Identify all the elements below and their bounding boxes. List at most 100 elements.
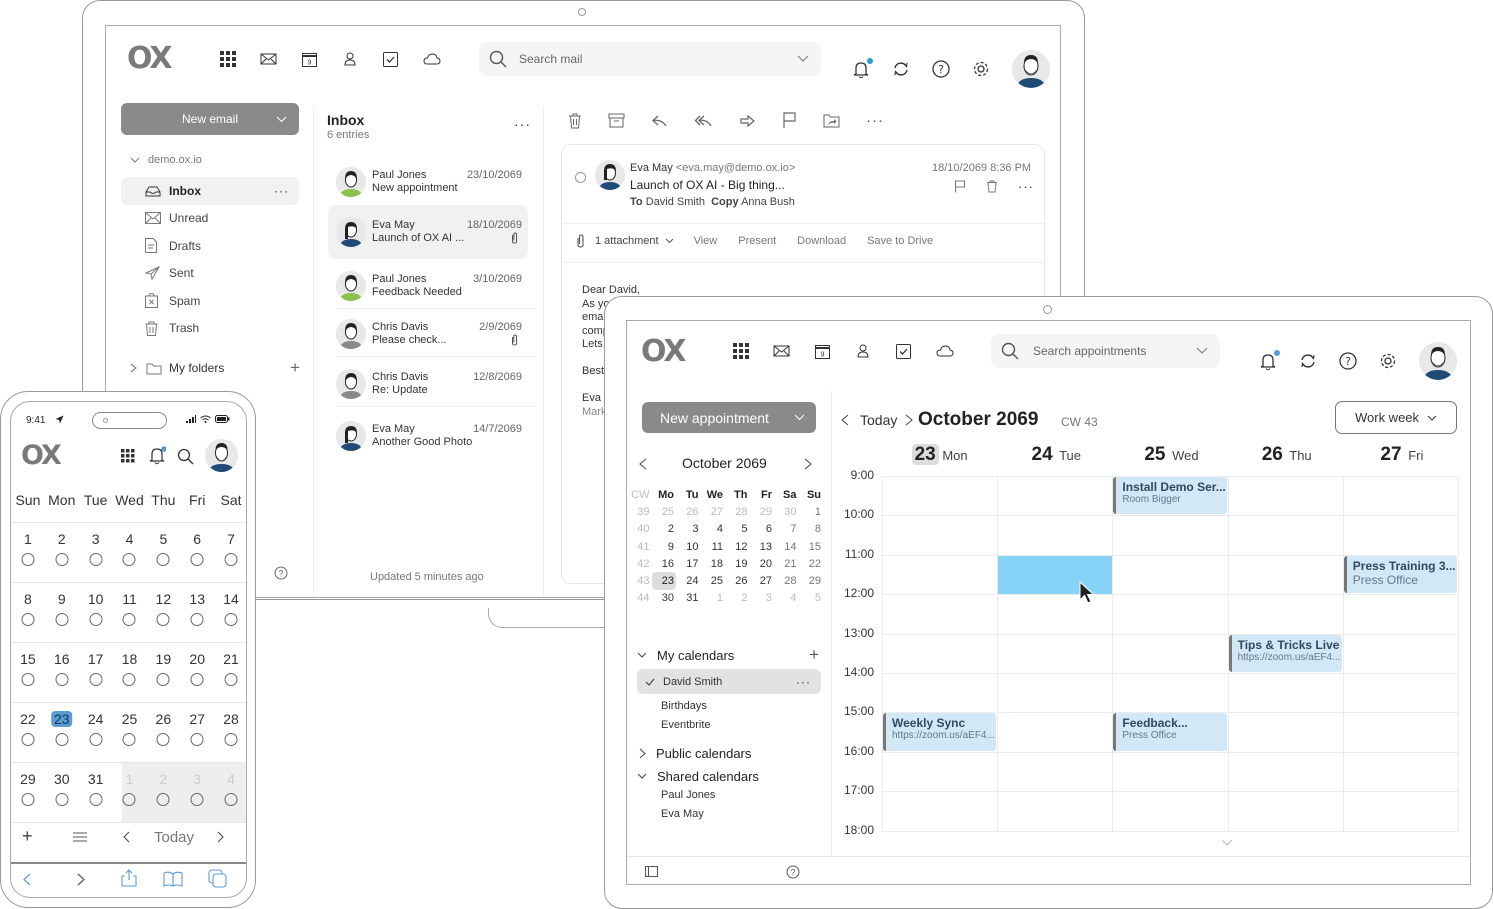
phone-day-cell[interactable]: 5 — [146, 523, 180, 581]
folder-unread[interactable]: Unread — [121, 205, 299, 233]
phone-day-cell[interactable]: 4 — [214, 763, 246, 821]
phone-day-cell[interactable]: 3 — [180, 763, 214, 821]
mail-list-item[interactable]: Paul Jones 3/10/2069 Feedback Needed — [328, 262, 528, 310]
folder-more-icon[interactable]: ··· — [274, 184, 289, 198]
day-header[interactable]: 26 Thu — [1228, 444, 1343, 466]
phone-day-cell[interactable]: 22 — [11, 703, 45, 761]
mail-list-item[interactable]: Eva May 18/10/2069 Launch of OX AI ... — [328, 205, 528, 259]
phone-day-cell[interactable]: 7 — [214, 523, 246, 581]
help-icon[interactable]: ? — [932, 60, 950, 78]
attachments-toggle[interactable]: 1 attachment — [595, 235, 659, 247]
folder-sent[interactable]: Sent — [121, 260, 299, 288]
select-checkbox[interactable] — [575, 172, 586, 183]
today-button[interactable]: Today — [154, 829, 194, 846]
phone-day-cell[interactable]: 6 — [180, 523, 214, 581]
time-selection[interactable] — [998, 555, 1113, 595]
phone-day-cell[interactable]: 16 — [45, 643, 79, 701]
more-icon[interactable]: ··· — [1018, 179, 1034, 194]
list-more-icon[interactable]: ··· — [514, 116, 531, 132]
menu-icon[interactable] — [73, 832, 87, 842]
prev-month-icon[interactable] — [123, 831, 130, 843]
contacts-icon[interactable] — [342, 51, 358, 68]
calendar-icon[interactable]: 9 — [301, 51, 318, 68]
more-icon[interactable]: ··· — [866, 112, 884, 129]
copy-recipient[interactable]: Anna Bush — [741, 196, 795, 208]
mail-list-item[interactable]: Eva May 14/7/2069 Another Good Photo — [328, 412, 528, 460]
sender-email[interactable]: <eva.may@demo.ox.io> — [676, 162, 795, 174]
calendar-event[interactable]: Tips & Tricks Live https://zoom.us/aEF4..… — [1228, 634, 1342, 672]
download-attachment-button[interactable]: Download — [797, 235, 846, 247]
flag-icon[interactable] — [782, 112, 797, 129]
phone-day-cell[interactable]: 27 — [180, 703, 214, 761]
phone-day-cell[interactable]: 14 — [214, 583, 246, 641]
phone-day-cell[interactable]: 31 — [79, 763, 113, 821]
phone-day-cell[interactable]: 21 — [214, 643, 246, 701]
toggle-sidebar-icon[interactable] — [645, 866, 658, 877]
day-header[interactable]: 27 Fri — [1343, 444, 1458, 466]
chevron-down-icon[interactable] — [797, 55, 809, 63]
browser-forward-icon[interactable] — [77, 873, 85, 886]
to-recipient[interactable]: David Smith — [646, 196, 705, 208]
move-icon[interactable] — [823, 113, 840, 128]
notifications-icon[interactable] — [852, 57, 873, 79]
mail-list-item[interactable]: Chris Davis 2/9/2069 Please check... — [328, 310, 528, 358]
sender-name[interactable]: Eva May — [630, 162, 673, 174]
phone-day-cell[interactable]: 20 — [180, 643, 214, 701]
folder-inbox[interactable]: Inbox ··· — [121, 177, 299, 205]
add-event-icon[interactable]: + — [22, 826, 33, 847]
account-toggle[interactable]: demo.ox.io — [130, 154, 202, 166]
apps-grid-icon[interactable] — [220, 51, 236, 68]
phone-day-cell[interactable]: 9 — [45, 583, 79, 641]
phone-day-cell[interactable]: 28 — [214, 703, 246, 761]
view-attachment-button[interactable]: View — [694, 235, 718, 247]
chevron-down-icon[interactable] — [276, 116, 287, 123]
tabs-icon[interactable] — [208, 869, 228, 888]
forward-icon[interactable] — [739, 114, 756, 128]
flag-icon[interactable] — [954, 180, 966, 193]
scroll-down-icon[interactable] — [1221, 839, 1233, 846]
calendar-event[interactable]: Weekly Sync https://zoom.us/aEF4... — [883, 713, 997, 751]
folder-spam[interactable]: Spam — [121, 287, 299, 315]
bookmarks-icon[interactable] — [163, 871, 183, 887]
share-icon[interactable] — [121, 869, 137, 887]
folder-trash[interactable]: Trash — [121, 315, 299, 343]
refresh-icon[interactable] — [892, 60, 910, 78]
my-folders[interactable]: My folders + — [130, 355, 300, 381]
phone-day-cell[interactable]: 19 — [146, 643, 180, 701]
help-icon[interactable]: ? — [274, 566, 288, 580]
reply-all-icon[interactable] — [694, 114, 713, 128]
phone-day-cell[interactable]: 30 — [45, 763, 79, 821]
calendar-event[interactable]: Install Demo Ser... Room Bigger — [1113, 477, 1227, 515]
phone-day-cell[interactable]: 25 — [113, 703, 147, 761]
phone-day-cell[interactable]: 4 — [113, 523, 147, 581]
phone-day-cell[interactable]: 12 — [146, 583, 180, 641]
present-attachment-button[interactable]: Present — [738, 235, 776, 247]
chevron-down-icon[interactable] — [665, 238, 674, 244]
calendar-event[interactable]: Press Training 3... Press Office — [1343, 555, 1457, 594]
next-month-icon[interactable] — [217, 831, 224, 843]
save-to-drive-button[interactable]: Save to Drive — [867, 235, 933, 247]
drive-icon[interactable] — [423, 51, 441, 68]
phone-day-cell[interactable]: 2 — [146, 763, 180, 821]
phone-day-cell[interactable]: 17 — [79, 643, 113, 701]
phone-day-cell[interactable]: 10 — [79, 583, 113, 641]
phone-day-cell[interactable]: 11 — [113, 583, 147, 641]
phone-day-cell[interactable]: 15 — [11, 643, 45, 701]
phone-day-cell[interactable]: 24 — [79, 703, 113, 761]
mail-list-item[interactable]: Paul Jones 23/10/2069 New appointment — [328, 158, 528, 206]
day-header[interactable]: 25 Wed — [1112, 444, 1227, 466]
calendar-event[interactable]: Feedback... Press Office — [1113, 713, 1227, 751]
phone-day-cell[interactable]: 26 — [146, 703, 180, 761]
phone-day-cell[interactable]: 8 — [11, 583, 45, 641]
mail-icon[interactable] — [260, 51, 277, 68]
phone-day-cell[interactable]: 13 — [180, 583, 214, 641]
help-icon[interactable]: ? — [786, 865, 800, 879]
phone-day-cell[interactable]: 1 — [11, 523, 45, 581]
day-header[interactable]: 24 Tue — [997, 444, 1112, 466]
reply-icon[interactable] — [651, 114, 668, 128]
phone-day-cell[interactable]: 18 — [113, 643, 147, 701]
user-avatar[interactable] — [1012, 50, 1050, 88]
delete-icon[interactable] — [986, 180, 998, 193]
archive-icon[interactable] — [608, 113, 625, 128]
tasks-icon[interactable] — [382, 51, 399, 68]
